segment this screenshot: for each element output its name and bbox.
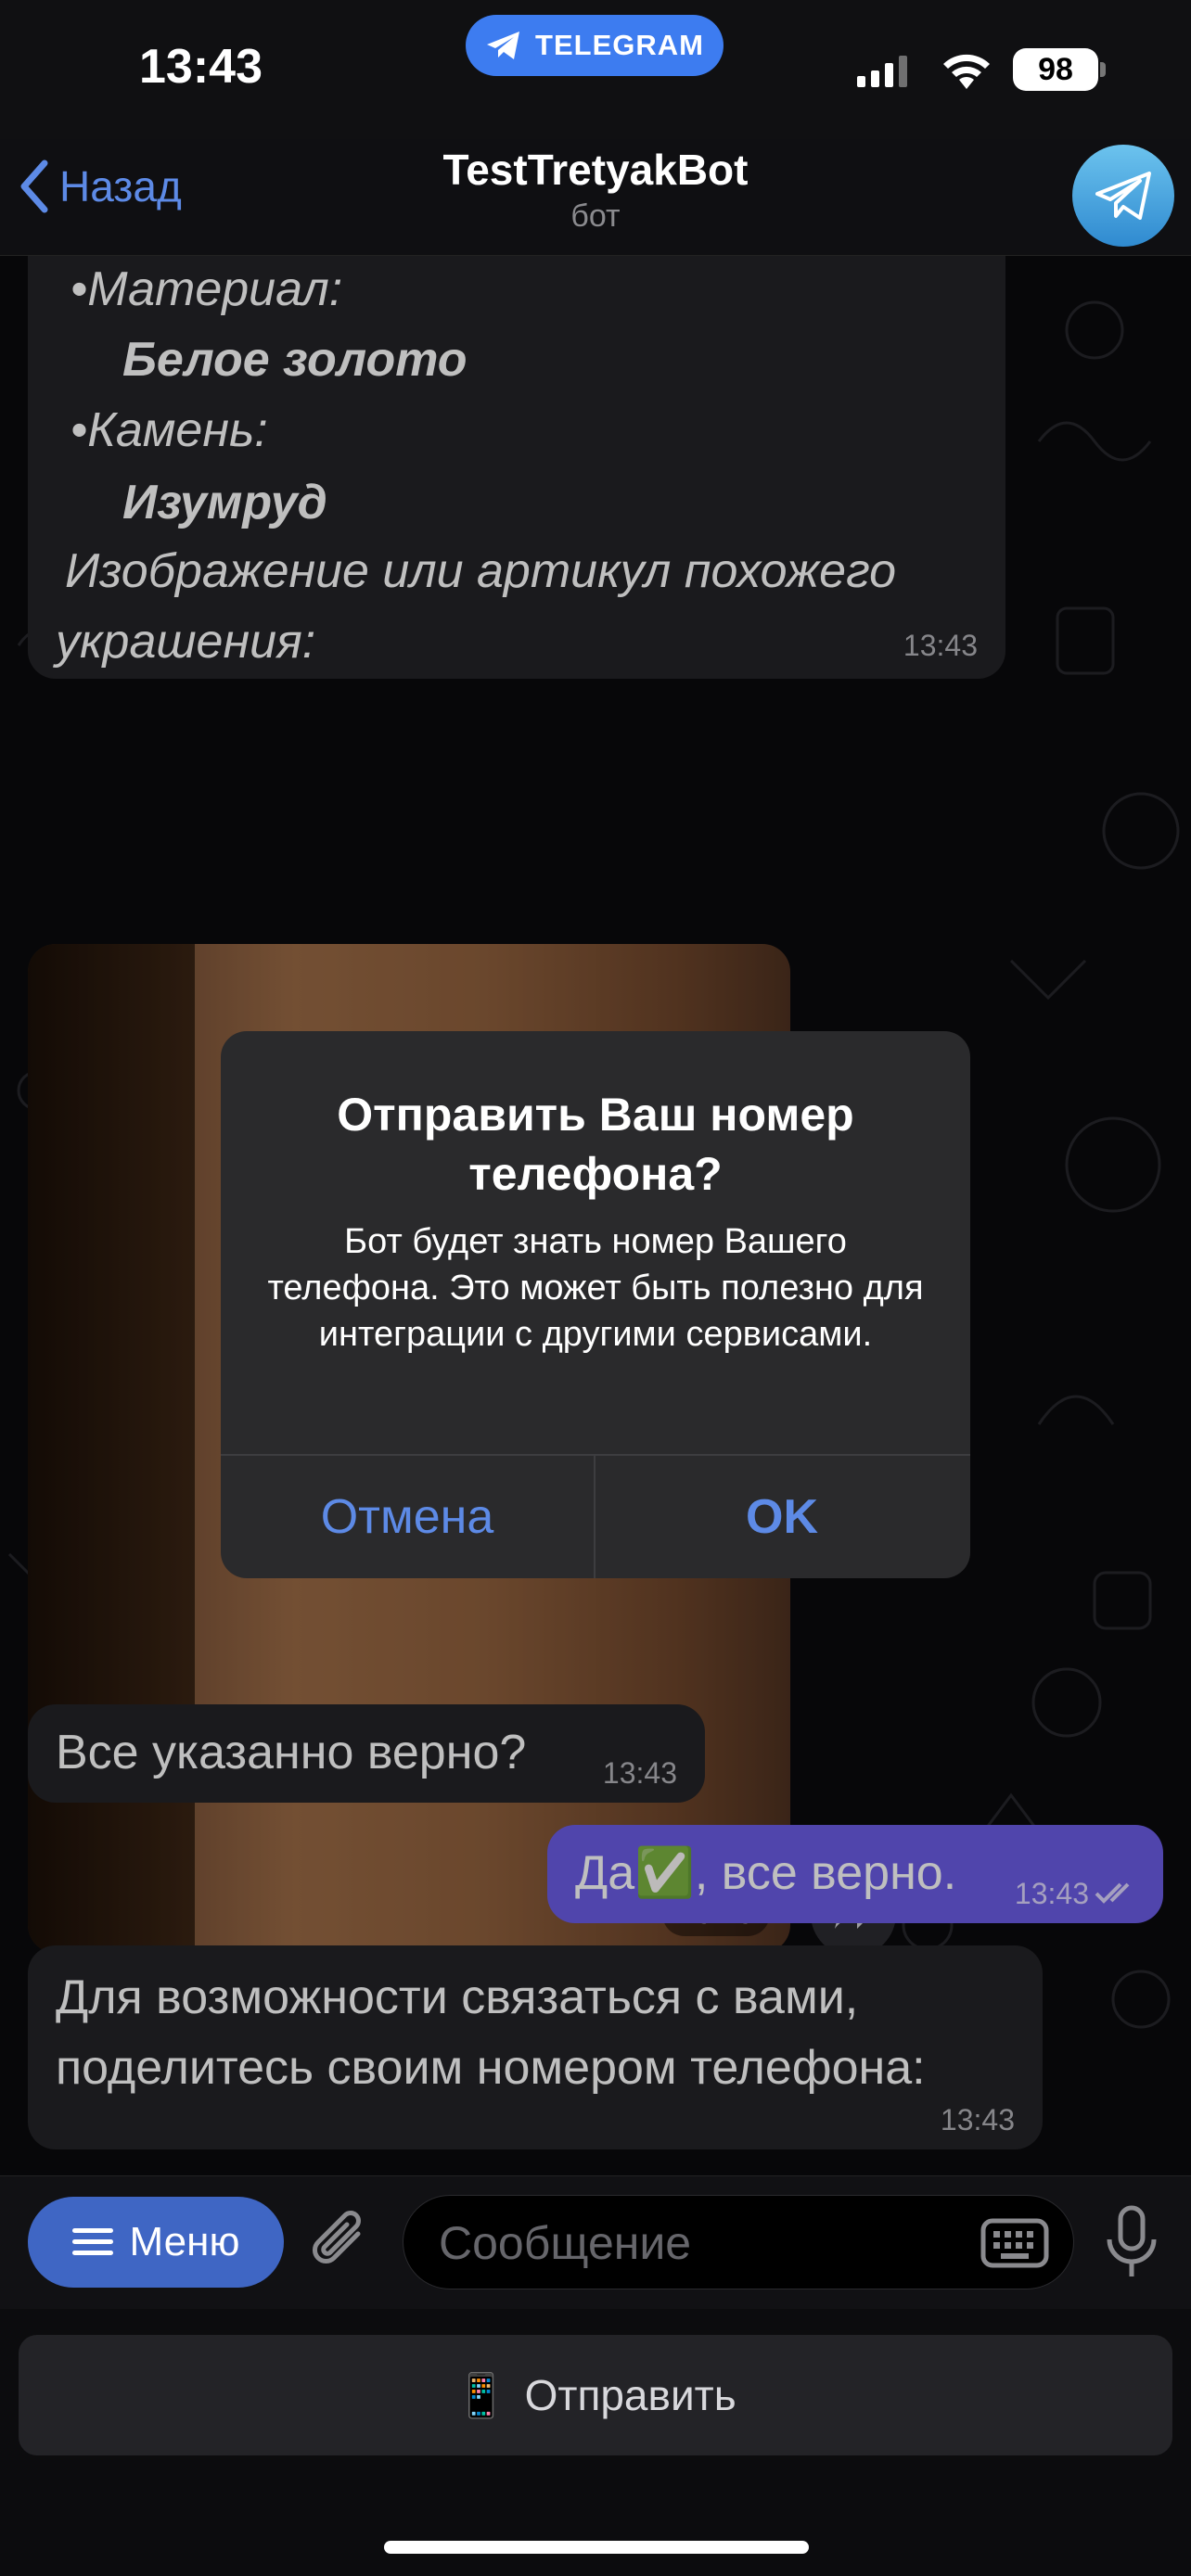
battery-indicator: 98 (1013, 48, 1098, 91)
ok-button[interactable]: OK (596, 1456, 968, 1578)
wifi-icon (943, 54, 990, 89)
paperclip-icon[interactable] (310, 2210, 375, 2276)
alert-message: Бот будет знать номер Вашего телефона. Э… (267, 1222, 924, 1354)
composer-bar: Меню (0, 2175, 1191, 2309)
home-indicator[interactable] (384, 2541, 809, 2554)
status-bar: 13:43 TELEGRAM 98 (0, 0, 1191, 139)
telegram-pill-label: TELEGRAM (535, 29, 704, 61)
reply-keyboard: 📱 Отправить (0, 2309, 1191, 2576)
menu-label: Меню (129, 2219, 240, 2264)
telegram-icon (487, 32, 520, 59)
status-time: 13:43 (139, 40, 263, 94)
alert-title: Отправить Ваш номер телефона? (337, 1089, 854, 1200)
chat-subtitle: бот (570, 198, 621, 234)
chat-header: Назад TestTretyakBot бот (0, 139, 1191, 256)
hamburger-icon (71, 2228, 113, 2255)
send-phone-button[interactable]: 📱 Отправить (19, 2335, 1172, 2455)
chat-title[interactable]: TestTretyakBot (0, 145, 1191, 195)
send-phone-label: Отправить (524, 2371, 736, 2419)
battery-nub (1100, 62, 1106, 77)
share-phone-alert: Отправить Ваш номер телефона? Бот будет … (221, 1031, 970, 1578)
cellular-signal-icon (857, 54, 907, 87)
phone-icon: 📱 (455, 2370, 508, 2419)
menu-button[interactable]: Меню (28, 2197, 284, 2288)
telegram-pill[interactable]: TELEGRAM (466, 15, 724, 76)
message-input[interactable] (439, 2216, 958, 2270)
paper-plane-icon (1095, 172, 1151, 220)
cancel-button[interactable]: Отмена (221, 1456, 594, 1578)
bot-avatar[interactable] (1072, 145, 1174, 247)
keyboard-icon[interactable] (980, 2218, 1049, 2268)
message-input-wrapper (403, 2195, 1074, 2289)
microphone-icon[interactable] (1104, 2204, 1159, 2282)
